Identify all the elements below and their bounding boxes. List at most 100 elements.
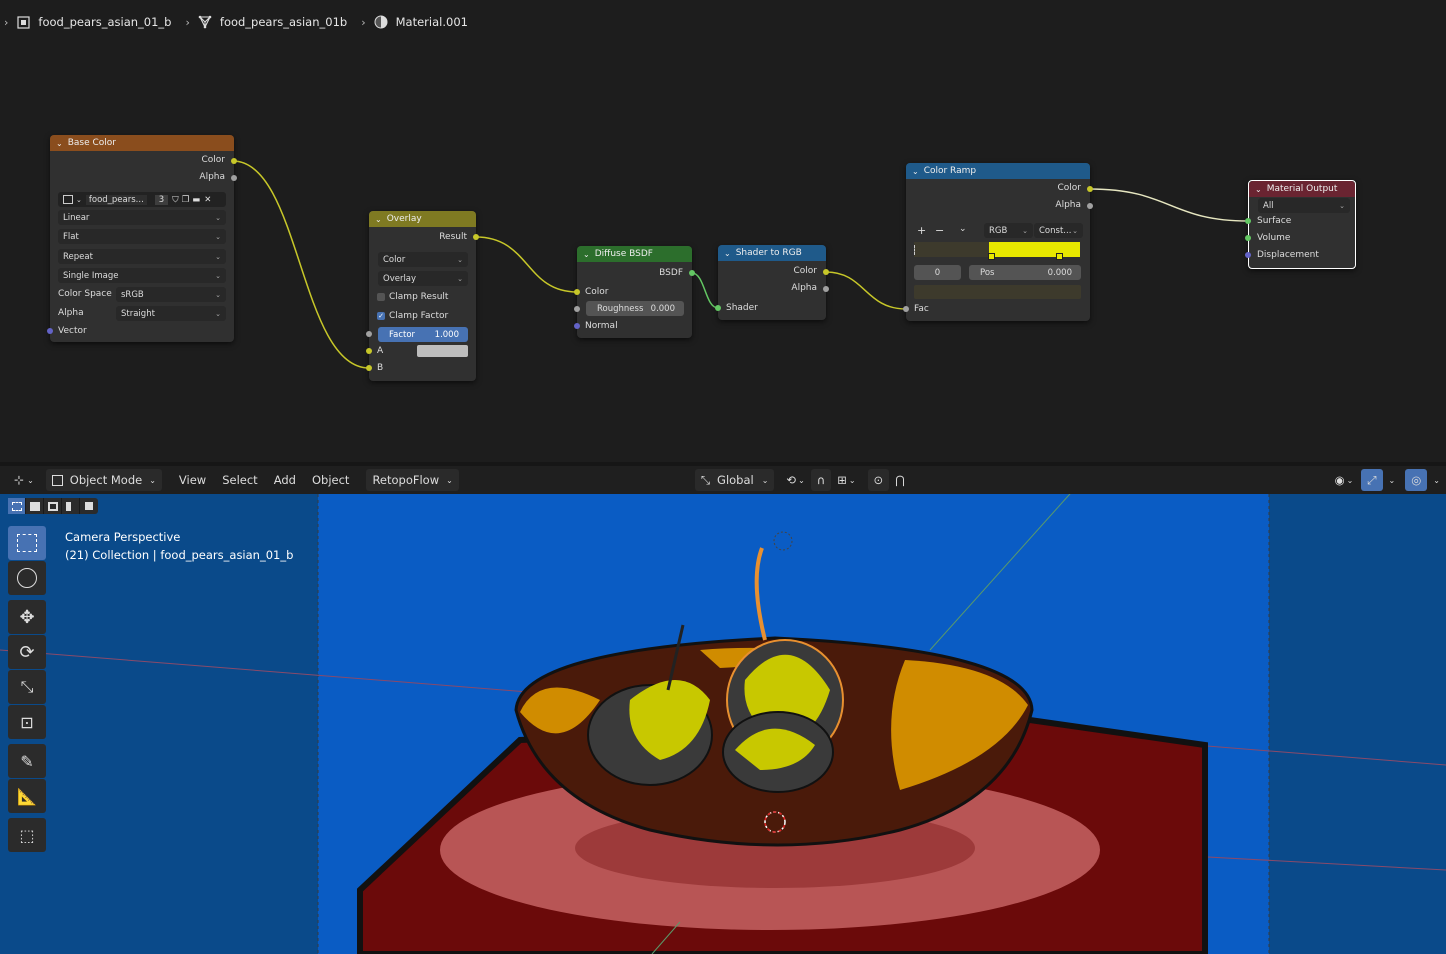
stop-color-swatch[interactable] [914,285,1081,299]
target-dropdown[interactable]: All ⌄ [1258,198,1350,213]
node-color-ramp[interactable]: ⌄ Color Ramp Color Alpha + − ⌄ RGB ⌄ Cons… [903,163,1093,321]
stop-position-field[interactable]: Pos 0.000 [969,265,1081,280]
menu-object[interactable]: Object [305,473,356,487]
node-material-output[interactable]: ⌄ Material Output All ⌄ Surface Volume Di… [1245,180,1356,269]
chevron-down-icon[interactable]: ⌄ [56,139,63,148]
chevron-down-icon[interactable]: ⌄ [912,167,919,176]
clamp-factor-checkbox[interactable]: ✓ Clamp Factor [369,309,476,323]
socket-color-out[interactable] [231,158,237,164]
image-icon[interactable] [63,195,73,204]
scale-tool[interactable]: ⤡ [8,670,46,704]
shader-node-editor[interactable]: › food_pears_asian_01_b › food_pears_asi… [0,0,1446,462]
interpolation-dropdown[interactable]: Linear ⌄ [58,210,226,225]
ramp-stop-marker[interactable] [988,253,995,260]
folder-icon[interactable]: ▬ [192,195,200,205]
select-invert-icon[interactable] [62,498,80,514]
color-mode-dropdown[interactable]: RGB ⌄ [984,223,1033,238]
duplicate-icon[interactable]: ❐ [182,195,190,205]
fake-user-icon[interactable]: ⛉ [172,195,178,205]
image-users[interactable]: 3 [154,194,169,205]
select-box-tool[interactable] [8,526,46,560]
socket-alpha-out[interactable] [231,175,237,181]
blend-mode-dropdown[interactable]: Overlay ⌄ [378,271,468,286]
socket-alpha-out[interactable] [823,286,829,292]
falloff-dropdown[interactable]: ⋂ [889,469,910,491]
checkbox-off[interactable] [377,293,385,301]
measure-tool[interactable]: 📐 [8,779,46,813]
socket-color-out[interactable] [823,269,829,275]
node-diffuse-bsdf[interactable]: ⌄ Diffuse BSDF BSDF Color Roughness 0.00… [574,246,695,338]
add-stop-button[interactable]: + [917,224,926,237]
snap-target-dropdown[interactable]: ⊞ ⌄ [831,469,861,491]
gizmo-toggle[interactable]: ⤢ [1361,469,1383,491]
menu-select[interactable]: Select [215,473,264,487]
link-basecolor-overlay-b [232,160,370,369]
clamp-result-checkbox[interactable]: Clamp Result [369,290,476,304]
move-tool[interactable]: ✥ [8,600,46,634]
visibility-dropdown[interactable]: ◉ ⌄ [1329,469,1360,491]
transform-tool[interactable]: ⊡ [8,705,46,739]
interpolation-dropdown[interactable]: Const... ⌄ [1034,223,1083,238]
close-icon[interactable]: ✕ [204,195,211,205]
checkmark-icon[interactable]: ✓ [377,312,385,320]
node-header[interactable]: ⌄ Material Output [1249,181,1355,197]
overlays-toggle[interactable]: ◎ [1405,469,1428,491]
select-extend-icon[interactable] [26,498,44,514]
node-overlay[interactable]: ⌄ Overlay Result Color ⌄ Overlay ⌄ Clamp R… [366,211,479,381]
color-space-dropdown[interactable]: sRGB ⌄ [116,287,226,302]
color-ramp-gradient[interactable] [914,242,1080,260]
menu-view[interactable]: View [172,473,213,487]
socket-bsdf-out[interactable] [689,270,695,276]
roughness-field[interactable]: Roughness 0.000 [586,301,684,316]
chevron-down-icon[interactable]: ⌄ [583,250,590,259]
source-dropdown[interactable]: Single Image ⌄ [58,268,226,283]
image-selector[interactable]: ⌄ food_pears... 3 ⛉ ❐ ▬ ✕ [58,192,226,207]
menu-add[interactable]: Add [267,473,303,487]
chevron-down-icon[interactable]: ⌄ [724,249,731,258]
socket-alpha-out[interactable] [1087,203,1093,209]
rotate-tool[interactable]: ⟳ [8,635,46,669]
select-subtract-icon[interactable] [44,498,62,514]
projection-dropdown[interactable]: Flat ⌄ [58,229,226,244]
gizmo-dropdown[interactable]: ⌄ [1383,469,1402,491]
editor-type-button[interactable]: ⊹ ⌄ [8,469,40,491]
measure-icon: 📐 [17,786,37,806]
3d-viewport[interactable]: ⊹ ⌄ Object Mode ⌄ View Select Add Object… [0,466,1446,954]
data-type-dropdown[interactable]: Color ⌄ [378,252,468,267]
ramp-stop-marker[interactable] [1056,253,1063,260]
image-name: food_pears... [85,194,147,205]
node-header[interactable]: ⌄ Base Color [50,135,234,151]
retopoflow-menu[interactable]: RetopoFlow ⌄ [366,469,459,491]
node-shader-to-rgb[interactable]: ⌄ Shader to RGB Color Alpha Shader [715,245,829,320]
node-header[interactable]: ⌄ Shader to RGB [718,245,826,261]
node-header[interactable]: ⌄ Overlay [369,211,476,227]
factor-slider[interactable]: Factor 1.000 [378,327,468,342]
color-swatch-a[interactable] [417,345,468,357]
ramp-stop-marker[interactable] [914,245,918,255]
alpha-mode-dropdown[interactable]: Straight ⌄ [116,306,226,321]
pivot-point-dropdown[interactable]: ⟲ ⌄ [780,469,810,491]
add-cube-tool[interactable]: ⬚ [8,818,46,852]
socket-factor-in[interactable] [366,331,372,337]
node-header[interactable]: ⌄ Diffuse BSDF [577,246,692,262]
socket-roughness-in[interactable] [574,306,580,312]
snap-toggle[interactable]: ∩ [810,469,832,491]
overlays-dropdown[interactable]: ⌄ [1427,469,1446,491]
remove-stop-button[interactable]: − [935,224,944,237]
transform-orientation-dropdown[interactable]: ⤡ Global ⌄ [694,469,775,491]
mode-dropdown[interactable]: Object Mode ⌄ [45,469,162,491]
select-intersect-icon[interactable] [80,498,98,514]
cursor-tool[interactable] [8,561,46,595]
node-base-color[interactable]: ⌄ Base Color Color Alpha ⌄ food_pears...… [47,135,237,342]
extension-dropdown[interactable]: Repeat ⌄ [58,249,226,264]
select-new-icon[interactable] [8,498,26,514]
stop-index-field[interactable]: 0 [914,265,961,280]
socket-result-out[interactable] [473,234,479,240]
chevron-down-icon[interactable]: ⌄ [1255,185,1262,194]
socket-color-out[interactable] [1087,186,1093,192]
proportional-edit-toggle[interactable]: ⊙ [867,469,890,491]
chevron-down-icon[interactable]: ⌄ [375,215,382,224]
chevron-down-icon[interactable]: ⌄ [959,224,967,234]
node-header[interactable]: ⌄ Color Ramp [906,163,1090,179]
annotate-tool[interactable]: ✎ [8,744,46,778]
